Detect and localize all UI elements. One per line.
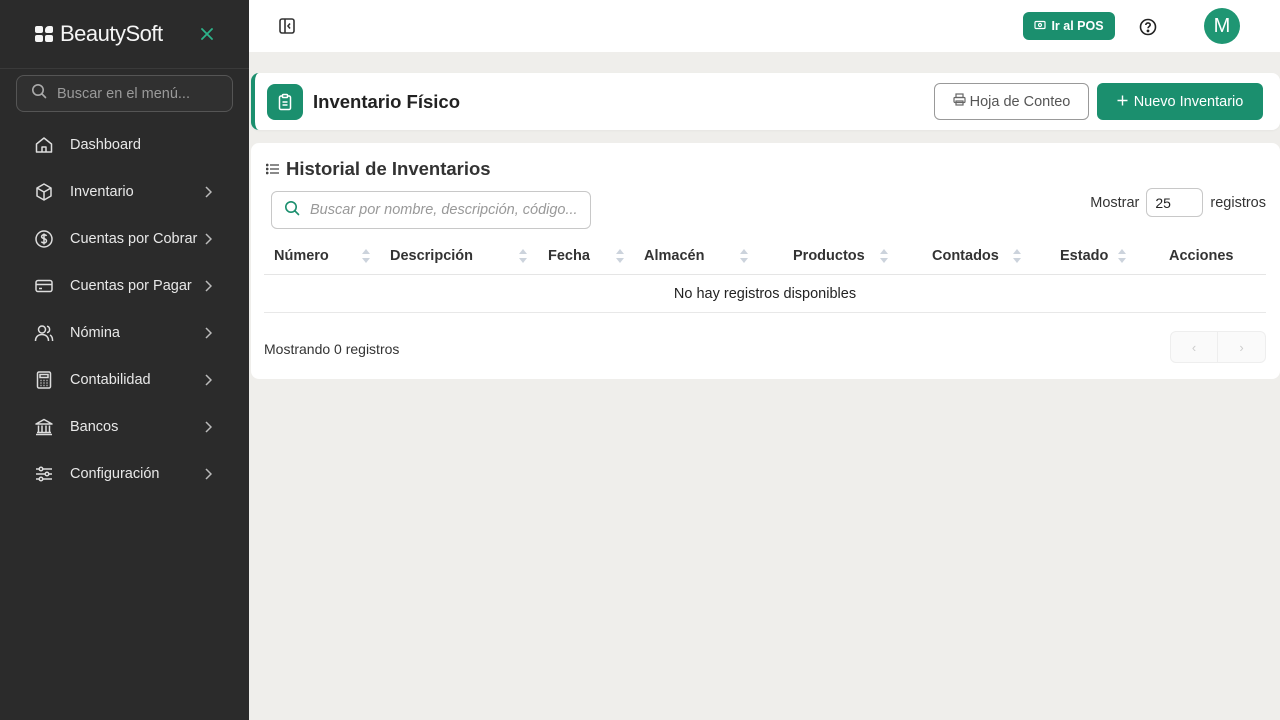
close-icon[interactable]: [198, 22, 216, 46]
column-header-almacen[interactable]: Almacén: [644, 241, 704, 271]
next-page-button[interactable]: ›: [1218, 331, 1266, 363]
show-label: Mostrar: [1090, 194, 1140, 211]
home-icon: [34, 135, 54, 155]
page-size-input[interactable]: [1146, 188, 1204, 217]
sidebar-item-label: Cuentas por Pagar: [70, 277, 192, 294]
calculator-icon: [34, 370, 54, 390]
sidebar-item-label: Configuración: [70, 465, 160, 482]
sidebar-item-label: Contabilidad: [70, 371, 151, 388]
table-header: Número Descripción Fecha Almacén Product…: [264, 241, 1266, 275]
avatar[interactable]: M: [1204, 8, 1240, 44]
chevron-right-icon: [201, 420, 215, 434]
dollar-circle-icon: [34, 229, 54, 249]
pagination: ‹ ›: [1170, 331, 1266, 363]
sidebar-item-label: Bancos: [70, 418, 119, 435]
page-title: Inventario Físico: [313, 91, 461, 112]
cash-register-icon: [1034, 19, 1047, 33]
brand-header: BeautySoft: [0, 0, 249, 69]
go-to-pos-button[interactable]: Ir al POS: [1023, 12, 1115, 40]
records-label: registros: [1210, 194, 1266, 211]
clipboard-icon: [267, 84, 303, 120]
sidebar-toggle-icon[interactable]: [278, 17, 296, 35]
chevron-right-icon: [201, 326, 215, 340]
box-icon: [34, 182, 54, 202]
chevron-right-icon: [201, 467, 215, 481]
history-title: Historial de Inventarios: [265, 158, 491, 180]
sidebar-item-dashboard[interactable]: Dashboard: [0, 121, 249, 168]
history-title-text: Historial de Inventarios: [286, 158, 491, 179]
users-icon: [34, 323, 54, 343]
sidebar-item-label: Dashboard: [70, 136, 141, 153]
count-sheet-label: Hoja de Conteo: [969, 93, 1071, 110]
page-header: Inventario Físico Hoja de Conteo Nuevo I…: [251, 73, 1280, 130]
bank-icon: [34, 417, 54, 437]
sidebar-nav: Dashboard Inventario Cuentas por Cobrar …: [0, 121, 249, 497]
sort-icon[interactable]: [740, 249, 748, 263]
list-icon: [265, 158, 280, 180]
sidebar-item-label: Cuentas por Cobrar: [70, 230, 198, 247]
table-search-input[interactable]: [310, 202, 580, 218]
plus-icon: [1117, 94, 1128, 110]
column-header-descripcion[interactable]: Descripción: [390, 241, 473, 271]
sort-icon[interactable]: [880, 249, 888, 263]
menu-search[interactable]: [16, 75, 233, 112]
chevron-right-icon: [201, 232, 215, 246]
new-inventory-label: Nuevo Inventario: [1133, 93, 1244, 110]
column-header-numero[interactable]: Número: [274, 241, 329, 271]
sort-icon[interactable]: [616, 249, 624, 263]
sort-icon[interactable]: [1013, 249, 1021, 263]
sidebar: BeautySoft Dashboard Inventario: [0, 0, 249, 720]
sidebar-item-nomina[interactable]: Nómina: [0, 309, 249, 356]
column-header-fecha[interactable]: Fecha: [548, 241, 590, 271]
sidebar-item-cuentas-por-pagar[interactable]: Cuentas por Pagar: [0, 262, 249, 309]
column-header-contados[interactable]: Contados: [932, 241, 999, 271]
history-card: Historial de Inventarios Mostrar registr…: [251, 143, 1280, 379]
sidebar-item-label: Nómina: [70, 324, 120, 341]
printer-icon: [953, 93, 966, 110]
prev-page-button[interactable]: ‹: [1170, 331, 1218, 363]
records-count-text: Mostrando 0 registros: [264, 341, 400, 357]
column-header-productos[interactable]: Productos: [793, 241, 865, 271]
search-icon: [284, 200, 300, 221]
go-to-pos-label: Ir al POS: [1051, 19, 1104, 33]
menu-search-input[interactable]: [57, 85, 227, 102]
sidebar-item-cuentas-por-cobrar[interactable]: Cuentas por Cobrar: [0, 215, 249, 262]
chevron-right-icon: [201, 279, 215, 293]
logo-icon: [35, 25, 54, 43]
table-search[interactable]: [271, 191, 591, 229]
credit-card-icon: [34, 276, 54, 296]
brand-name: BeautySoft: [60, 21, 163, 46]
help-icon[interactable]: [1139, 18, 1157, 36]
sort-icon[interactable]: [519, 249, 527, 263]
sort-icon[interactable]: [362, 249, 370, 263]
empty-table-message: No hay registros disponibles: [264, 275, 1266, 313]
column-header-estado[interactable]: Estado: [1060, 241, 1108, 271]
chevron-right-icon: [201, 373, 215, 387]
page-size-control: Mostrar registros: [1090, 188, 1266, 217]
topbar: Ir al POS M: [249, 0, 1280, 52]
sidebar-item-label: Inventario: [70, 183, 134, 200]
sliders-icon: [34, 464, 54, 484]
brand-logo[interactable]: BeautySoft: [35, 21, 163, 47]
sidebar-item-inventario[interactable]: Inventario: [0, 168, 249, 215]
sidebar-item-configuracion[interactable]: Configuración: [0, 450, 249, 497]
sort-icon[interactable]: [1118, 249, 1126, 263]
count-sheet-button[interactable]: Hoja de Conteo: [934, 83, 1089, 120]
new-inventory-button[interactable]: Nuevo Inventario: [1097, 83, 1263, 120]
column-header-acciones: Acciones: [1169, 248, 1234, 264]
sidebar-item-contabilidad[interactable]: Contabilidad: [0, 356, 249, 403]
sidebar-item-bancos[interactable]: Bancos: [0, 403, 249, 450]
search-icon: [31, 83, 47, 104]
chevron-right-icon: [201, 185, 215, 199]
